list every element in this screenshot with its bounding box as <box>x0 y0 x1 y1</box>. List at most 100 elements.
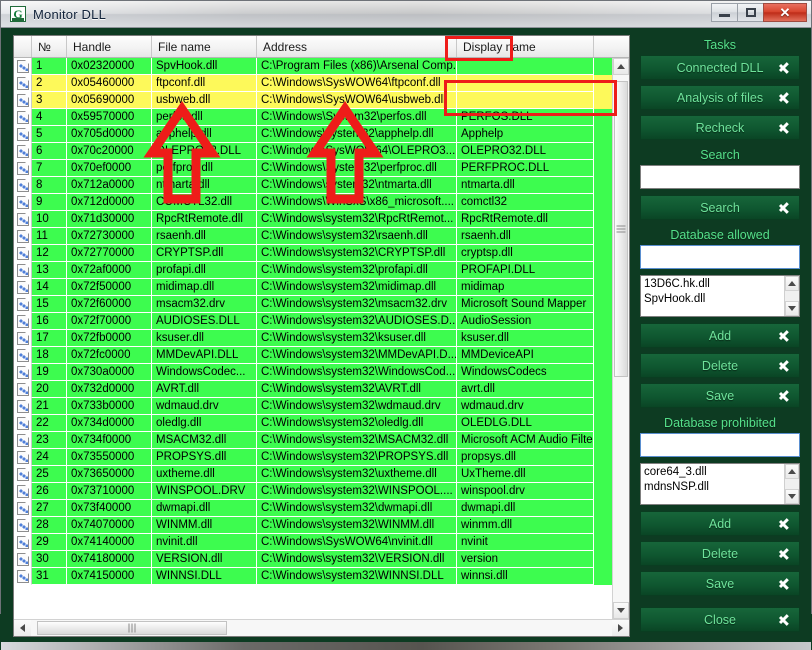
cell-number[interactable]: 10 <box>32 211 67 228</box>
cell-filename[interactable]: WINMM.dll <box>152 517 257 534</box>
cell-number[interactable]: 29 <box>32 534 67 551</box>
cell-handle[interactable]: 0x05690000 <box>67 92 152 109</box>
table-row[interactable]: 16 0x72f70000 AUDIOSES.DLL C:\Windows\syste… <box>14 313 612 330</box>
cell-filename[interactable]: PROPSYS.dll <box>152 449 257 466</box>
cell-displayname[interactable] <box>457 92 594 109</box>
cell-address[interactable]: C:\Windows\system32\wdmaud.drv <box>257 398 457 415</box>
cell-address[interactable]: C:\Windows\SysWOW64\usbweb.dll <box>257 92 457 109</box>
cell-number[interactable]: 26 <box>32 483 67 500</box>
cell-number[interactable]: 28 <box>32 517 67 534</box>
scroll-down-button[interactable] <box>785 301 799 316</box>
column-header-filename[interactable]: File name <box>152 36 257 57</box>
table-row[interactable]: 8 0x712a0000 ntmarta.dll C:\Windows\system3… <box>14 177 612 194</box>
cell-handle[interactable]: 0x74140000 <box>67 534 152 551</box>
cell-address[interactable]: C:\Windows\system32\midimap.dll <box>257 279 457 296</box>
cell-handle[interactable]: 0x712d0000 <box>67 194 152 211</box>
cell-filename[interactable]: WindowsCodec... <box>152 364 257 381</box>
cell-filename[interactable]: uxtheme.dll <box>152 466 257 483</box>
cell-number[interactable]: 17 <box>32 330 67 347</box>
cell-filename[interactable]: oledlg.dll <box>152 415 257 432</box>
cell-handle[interactable]: 0x73550000 <box>67 449 152 466</box>
allowed-listbox[interactable]: 13D6C.hk.dll SpvHook.dll <box>640 275 800 317</box>
cell-handle[interactable]: 0x73710000 <box>67 483 152 500</box>
table-row[interactable]: 11 0x72730000 rsaenh.dll C:\Windows\system3… <box>14 228 612 245</box>
cell-filename[interactable]: MMDevAPI.DLL <box>152 347 257 364</box>
allowed-save-button[interactable]: Save <box>640 383 800 408</box>
cell-number[interactable]: 30 <box>32 551 67 568</box>
cell-displayname[interactable]: ntmarta.dll <box>457 177 594 194</box>
table-row[interactable]: 23 0x734f0000 MSACM32.dll C:\Windows\system… <box>14 432 612 449</box>
maximize-button[interactable] <box>737 3 764 22</box>
cell-number[interactable]: 18 <box>32 347 67 364</box>
cell-filename[interactable]: ntmarta.dll <box>152 177 257 194</box>
cell-filename[interactable]: AUDIOSES.DLL <box>152 313 257 330</box>
scroll-left-button[interactable] <box>14 620 31 636</box>
cell-displayname[interactable]: RpcRtRemote.dll <box>457 211 594 228</box>
cell-filename[interactable]: dwmapi.dll <box>152 500 257 517</box>
cell-filename[interactable]: perfproc.dll <box>152 160 257 177</box>
cell-handle[interactable]: 0x74180000 <box>67 551 152 568</box>
cell-address[interactable]: C:\Windows\system32\RpcRtRemot... <box>257 211 457 228</box>
cell-address[interactable]: C:\Windows\system32\AVRT.dll <box>257 381 457 398</box>
table-row[interactable]: 28 0x74070000 WINMM.dll C:\Windows\system32… <box>14 517 612 534</box>
cell-address[interactable]: C:\Windows\system32\ksuser.dll <box>257 330 457 347</box>
cell-filename[interactable]: perfos.dll <box>152 109 257 126</box>
cell-displayname[interactable]: version <box>457 551 594 568</box>
minimize-button[interactable] <box>711 3 738 22</box>
table-row[interactable]: 9 0x712d0000 COMCTL32.dll C:\Windows\WinSxS… <box>14 194 612 211</box>
scroll-up-button[interactable] <box>785 464 799 479</box>
cell-displayname[interactable]: cryptsp.dll <box>457 245 594 262</box>
cell-address[interactable]: C:\Windows\SysWOW64\ftpconf.dll <box>257 75 457 92</box>
cell-filename[interactable]: apphelp.dll <box>152 126 257 143</box>
cell-address[interactable]: C:\Windows\system32\CRYPTSP.dll <box>257 245 457 262</box>
table-row[interactable]: 6 0x70c20000 OLEPRO32.DLL C:\Windows\SysWOW… <box>14 143 612 160</box>
cell-address[interactable]: C:\Windows\system32\WindowsCod... <box>257 364 457 381</box>
cell-number[interactable]: 31 <box>32 568 67 585</box>
cell-address[interactable]: C:\Windows\system32\MSACM32.dll <box>257 432 457 449</box>
cell-handle[interactable]: 0x72730000 <box>67 228 152 245</box>
table-row[interactable]: 25 0x73650000 uxtheme.dll C:\Windows\system… <box>14 466 612 483</box>
cell-displayname[interactable]: rsaenh.dll <box>457 228 594 245</box>
cell-displayname[interactable]: Microsoft ACM Audio Filter <box>457 432 594 449</box>
cell-address[interactable]: C:\Windows\SysWOW64\nvinit.dll <box>257 534 457 551</box>
scroll-up-button[interactable] <box>785 276 799 291</box>
cell-number[interactable]: 11 <box>32 228 67 245</box>
cell-number[interactable]: 14 <box>32 279 67 296</box>
cell-number[interactable]: 20 <box>32 381 67 398</box>
cell-filename[interactable]: COMCTL32.dll <box>152 194 257 211</box>
recheck-button[interactable]: Recheck <box>640 115 800 140</box>
prohibited-list-items[interactable]: core64_3.dll mdnsNSP.dll <box>641 464 784 504</box>
column-header-handle[interactable]: Handle <box>67 36 152 57</box>
cell-address[interactable]: C:\Windows\system32\WINNSI.DLL <box>257 568 457 585</box>
cell-handle[interactable]: 0x70ef0000 <box>67 160 152 177</box>
cell-displayname[interactable]: winmm.dll <box>457 517 594 534</box>
cell-handle[interactable]: 0x733b0000 <box>67 398 152 415</box>
table-row[interactable]: 15 0x72f60000 msacm32.drv C:\Windows\system… <box>14 296 612 313</box>
cell-address[interactable]: C:\Windows\system32\msacm32.drv <box>257 296 457 313</box>
horizontal-scroll-thumb[interactable] <box>37 621 227 635</box>
cell-address[interactable]: C:\Windows\system32\dwmapi.dll <box>257 500 457 517</box>
cell-address[interactable]: C:\Windows\system32\AUDIOSES.D... <box>257 313 457 330</box>
cell-address[interactable]: C:\Windows\WinSxS\x86_microsoft.... <box>257 194 457 211</box>
cell-handle[interactable]: 0x73650000 <box>67 466 152 483</box>
cell-filename[interactable]: midimap.dll <box>152 279 257 296</box>
table-row[interactable]: 29 0x74140000 nvinit.dll C:\Windows\SysWOW6… <box>14 534 612 551</box>
cell-address[interactable]: C:\Windows\system32\apphelp.dll <box>257 126 457 143</box>
table-row[interactable]: 5 0x705d0000 apphelp.dll C:\Windows\system3… <box>14 126 612 143</box>
cell-displayname[interactable]: winspool.drv <box>457 483 594 500</box>
cell-filename[interactable]: MSACM32.dll <box>152 432 257 449</box>
table-row[interactable]: 13 0x72af0000 profapi.dll C:\Windows\system… <box>14 262 612 279</box>
cell-number[interactable]: 15 <box>32 296 67 313</box>
dll-table-body[interactable]: 1 0x02320000 SpvHook.dll C:\Program Files (… <box>14 58 612 619</box>
prohibited-listbox[interactable]: core64_3.dll mdnsNSP.dll <box>640 463 800 505</box>
prohibited-add-button[interactable]: Add <box>640 511 800 536</box>
cell-address[interactable]: C:\Windows\System32\perfproc.dll <box>257 160 457 177</box>
cell-handle[interactable]: 0x72fc0000 <box>67 347 152 364</box>
table-row[interactable]: 27 0x73f40000 dwmapi.dll C:\Windows\system3… <box>14 500 612 517</box>
table-row[interactable]: 19 0x730a0000 WindowsCodec... C:\Windows\sy… <box>14 364 612 381</box>
table-row[interactable]: 3 0x05690000 usbweb.dll C:\Windows\SysWOW64… <box>14 92 612 109</box>
cell-handle[interactable]: 0x705d0000 <box>67 126 152 143</box>
prohibited-list-scrollbar[interactable] <box>784 464 799 504</box>
cell-number[interactable]: 22 <box>32 415 67 432</box>
connected-dll-button[interactable]: Connected DLL <box>640 55 800 80</box>
